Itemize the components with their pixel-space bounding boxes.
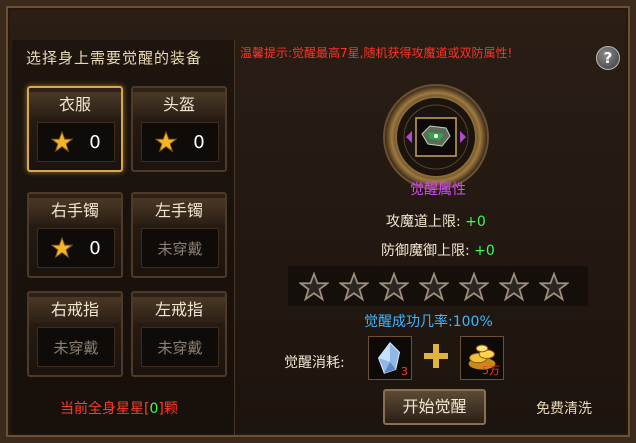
slot-label: 衣服 (29, 92, 121, 118)
slot-right-ring[interactable]: 右戒指 未穿戴 (27, 291, 123, 377)
slot-status: 未穿戴 (37, 327, 115, 367)
start-awaken-button[interactable]: 开始觉醒 (383, 389, 486, 425)
success-rate-text: 觉醒成功几率:100% (364, 314, 493, 330)
attack-limit-row: 攻魔道上限: +0 (386, 211, 486, 231)
gold-star-icon (51, 237, 74, 259)
equipment-medallion (383, 84, 489, 190)
slot-helmet[interactable]: 头盔 0 (131, 86, 227, 172)
attack-limit-label: 攻魔道上限: (386, 214, 461, 230)
slot-label: 左戒指 (133, 297, 225, 323)
help-icon[interactable]: ? (596, 46, 620, 70)
slot-star-count: 0 (89, 131, 101, 153)
awaken-star-icon (539, 272, 569, 302)
defense-limit-label: 防御魔御上限: (381, 243, 470, 259)
slot-right-bracelet[interactable]: 右手镯 0 (27, 192, 123, 278)
cost-label: 觉醒消耗: (284, 355, 345, 371)
slot-star-count: 0 (89, 237, 101, 259)
slot-unworn-text: 未穿戴 (157, 239, 203, 258)
cost-item-gold[interactable]: 5万 (460, 336, 504, 380)
slot-label: 头盔 (133, 92, 225, 118)
plus-icon (424, 344, 448, 368)
slot-label: 左手镯 (133, 198, 225, 224)
slot-left-bracelet[interactable]: 左手镯 未穿戴 (131, 192, 227, 278)
slot-star-display: 0 (141, 122, 219, 162)
total-stars-prefix: 当前全身星星[ (60, 401, 150, 417)
cost-item-count: 5万 (482, 364, 500, 377)
slot-star-display: 0 (37, 228, 115, 268)
slot-status: 未穿戴 (141, 228, 219, 268)
awaken-star-icon (459, 272, 489, 302)
slot-unworn-text: 未穿戴 (53, 338, 99, 357)
total-stars-suffix: ]颗 (158, 401, 178, 417)
cost-item-count: 3 (401, 365, 408, 378)
slot-star-count: 0 (193, 131, 205, 153)
defense-limit-value: +0 (474, 243, 495, 259)
slot-clothes[interactable]: 衣服 0 (27, 86, 123, 172)
slot-label: 右戒指 (29, 297, 121, 323)
awaken-star-icon (379, 272, 409, 302)
slot-label: 右手镯 (29, 198, 121, 224)
gold-star-icon (155, 131, 178, 153)
attack-limit-value: +0 (465, 214, 486, 230)
slot-star-display: 0 (37, 122, 115, 162)
tip-text: 温馨提示:觉醒最高7星,随机获得攻魔道或双防属性! (240, 46, 513, 60)
total-stars-text: 当前全身星星[0]颗 (60, 398, 178, 418)
equipment-panel-title: 选择身上需要觉醒的装备 (26, 49, 203, 67)
awaken-star-icon (339, 272, 369, 302)
cost-item-crystal[interactable]: 3 (368, 336, 412, 380)
free-reset-link[interactable]: 免费清洗 (536, 398, 592, 418)
gold-star-icon (51, 131, 74, 153)
awaken-star-icon (419, 272, 449, 302)
slot-left-ring[interactable]: 左戒指 未穿戴 (131, 291, 227, 377)
awaken-attributes-title: 觉醒属性 (410, 182, 466, 198)
defense-limit-row: 防御魔御上限: +0 (381, 240, 495, 260)
slot-unworn-text: 未穿戴 (157, 338, 203, 357)
slot-status: 未穿戴 (141, 327, 219, 367)
awaken-star-icon (499, 272, 529, 302)
awaken-star-icon (299, 272, 329, 302)
